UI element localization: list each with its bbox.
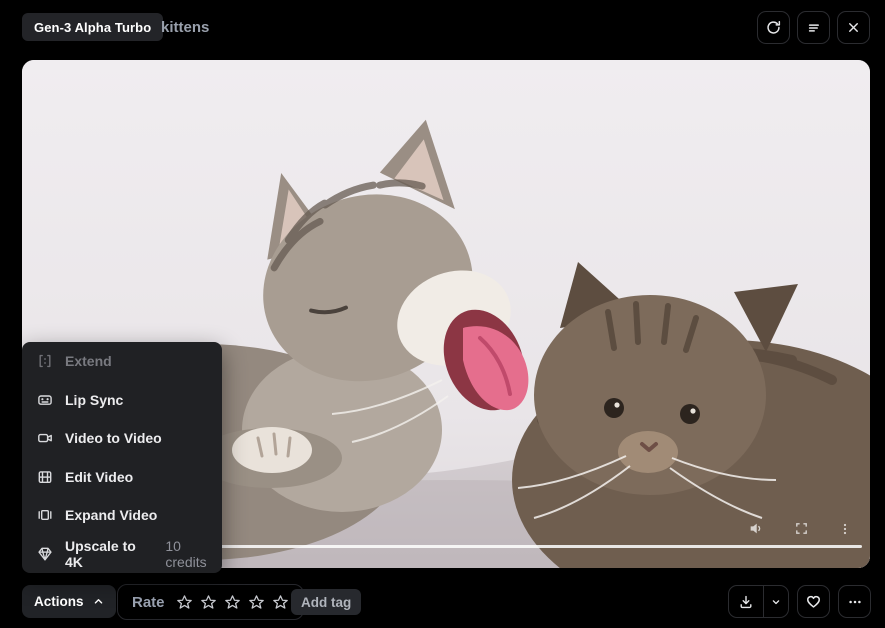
expand-video-icon [37,507,53,523]
menu-item-expand-video[interactable]: Expand Video [22,496,222,535]
star-rating [176,594,289,611]
rate-group: Rate [117,584,304,620]
fullscreen-icon[interactable] [794,521,809,536]
download-options-button[interactable] [764,586,788,617]
heart-icon [805,593,822,610]
menu-item-extend[interactable]: Extend [22,342,222,381]
actions-button-label: Actions [34,594,84,609]
star-icon[interactable] [272,594,289,611]
actions-button[interactable]: Actions [22,585,116,618]
download-button[interactable] [729,586,763,617]
menu-item-label: Lip Sync [65,391,124,408]
volume-icon[interactable] [748,520,765,537]
lip-sync-icon [37,392,53,408]
menu-item-video-to-video[interactable]: Video to Video [22,419,222,458]
menu-item-label: Edit Video [65,468,134,485]
rate-label: Rate [132,593,165,611]
footer-right-actions [728,585,871,618]
star-icon[interactable] [248,594,265,611]
extend-icon [37,353,53,369]
ellipsis-icon [847,594,863,610]
chevron-up-icon [93,596,104,607]
actions-menu: Extend Lip Sync Video to Video Edit Vide… [22,342,222,573]
close-icon [846,20,861,35]
header-actions [757,11,870,44]
edit-video-icon [37,469,53,485]
video-to-video-icon [37,430,53,446]
download-split-button [728,585,789,618]
download-icon [738,594,754,610]
menu-item-upscale-4k[interactable]: Upscale to 4K 10 credits [22,535,222,574]
session-details-button[interactable] [797,11,830,44]
model-badge[interactable]: Gen-3 Alpha Turbo [22,13,164,41]
rerun-button[interactable] [757,11,790,44]
player-controls [748,520,852,537]
star-icon[interactable] [200,594,217,611]
session-title: kittens [161,18,210,36]
favorite-button[interactable] [797,585,830,618]
menu-item-edit-video[interactable]: Edit Video [22,458,222,497]
refresh-icon [765,19,782,36]
credits-badge: 10 credits [165,537,207,570]
menu-item-label: Expand Video [65,507,158,524]
upscale-icon [37,546,53,562]
menu-item-label: Upscale to 4K [65,537,136,570]
close-button[interactable] [837,11,870,44]
add-tag-button[interactable]: Add tag [291,589,362,615]
menu-item-label: Video to Video [65,430,162,447]
kebab-icon[interactable] [838,522,852,536]
star-icon[interactable] [224,594,241,611]
more-options-button[interactable] [838,585,871,618]
star-icon[interactable] [176,594,193,611]
list-icon [806,20,822,36]
menu-item-lip-sync[interactable]: Lip Sync [22,381,222,420]
chevron-down-icon [770,596,782,608]
menu-item-label: Extend [65,353,112,370]
